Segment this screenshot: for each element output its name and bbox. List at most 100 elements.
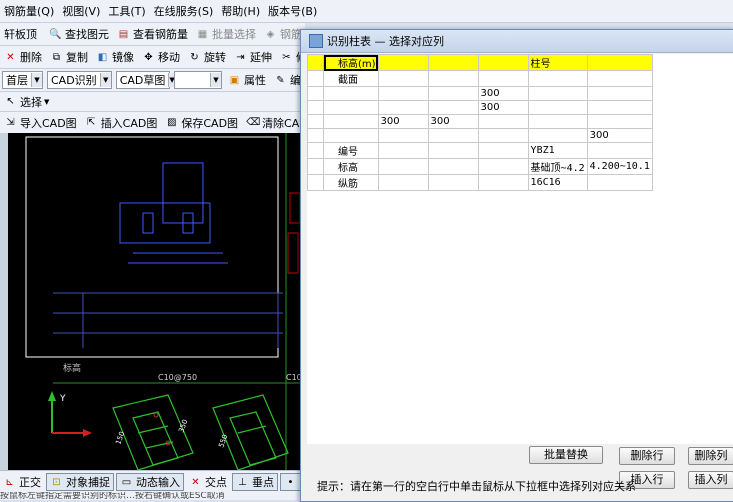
view-rebar-button[interactable]: ▤ 查看钢筋量 [113,25,192,43]
table-cell[interactable] [527,128,588,143]
table-cell[interactable] [427,158,479,175]
table-cell[interactable] [377,86,429,101]
table-cell[interactable] [477,128,529,143]
table-cell[interactable] [477,114,529,129]
table-cell[interactable]: 4.200~10.1 [586,158,653,175]
table-cell[interactable] [427,54,479,71]
table-cell[interactable] [586,70,653,87]
move-button[interactable]: ✥ 移动 [138,48,184,66]
intersection-snap-toggle[interactable]: ✕ 交点 [186,474,230,490]
table-cell[interactable]: 300 [477,100,529,115]
table-cell[interactable] [427,100,479,115]
clear-cad-button[interactable]: ⌫清除CAD图 [242,114,305,132]
table-cell[interactable]: 基础顶~4.2 [527,158,588,175]
table-cell[interactable] [427,128,479,143]
table-cell[interactable] [427,86,479,101]
ortho-toggle[interactable]: ⊾ 正交 [0,474,44,490]
insert-cad-button[interactable]: ⇱ 插入CAD图 [81,114,162,132]
perpendicular-snap-toggle[interactable]: ⊥ 垂点 [232,473,278,491]
floor-select[interactable]: 首层 ▼ [2,71,43,89]
select-button[interactable]: ↖ 选择 ▼ [0,93,53,111]
menu-item-view[interactable]: 视图(V) [58,3,104,19]
insert-column-button[interactable]: 插入列 [688,471,733,489]
table-cell[interactable]: 16C16 [527,174,588,191]
toolbar-top: 轩板顶 🔍查找图元 ▤ 查看钢筋量 ▦ 批量选择 ◈钢筋三维 [0,23,305,46]
table-cell[interactable] [586,114,653,129]
table-row: 截面 [307,70,653,87]
rotate-icon: ↻ [190,51,199,63]
batch-select-button[interactable]: ▦ 批量选择 [192,25,260,43]
table-cell[interactable]: YBZ1 [527,142,588,159]
menu-item-help[interactable]: 帮助(H) [217,3,264,19]
mirror-button[interactable]: ◧ 镜像 [92,48,138,66]
table-cell[interactable] [477,174,529,191]
object-snap-toggle[interactable]: ⊡ 对象捕捉 [46,473,114,491]
table-cell[interactable] [323,114,379,129]
table-cell[interactable]: 300 [477,86,529,101]
table-cell[interactable] [377,158,429,175]
table-cell[interactable] [323,128,379,143]
menu-item-online[interactable]: 在线服务(S) [150,3,218,19]
table-cell[interactable] [527,86,588,101]
table-cell[interactable] [377,70,429,87]
table-cell[interactable]: 纵筋 [323,174,379,191]
menu-item-rebar[interactable]: 钢筋量(Q) [0,3,58,19]
copy-button[interactable]: ⧉ 复制 [46,48,92,66]
find-element-button[interactable]: 🔍 查找图元 [45,25,113,43]
batch-replace-button[interactable]: 批量替换 [529,446,603,464]
property-button[interactable]: ▣ 属性 [224,71,270,89]
table-cell[interactable] [377,54,429,71]
dynamic-input-toggle[interactable]: ▭ 动态输入 [116,473,184,491]
delete-button[interactable]: ✕ 删除 [0,48,46,66]
table-cell[interactable] [477,70,529,87]
toolbar-cad: ⇲ 导入CAD图 ⇱ 插入CAD图 ▨ 保存CAD图 ⌫清除CAD图 [0,112,305,134]
save-cad-button[interactable]: ▨ 保存CAD图 [161,114,242,132]
table-cell[interactable]: 标高(m) [323,54,379,71]
table-cell[interactable]: 截面 [323,70,379,87]
table-cell[interactable]: 300 [586,128,653,143]
table-cell[interactable] [586,100,653,115]
table-cell[interactable] [377,174,429,191]
table-cell[interactable] [427,174,479,191]
table-cell[interactable] [586,174,653,191]
cad-canvas[interactable]: 标高 C10@750 C10@ 150 350 550 Y [8,133,305,470]
table-cell[interactable] [427,70,479,87]
table-cell[interactable] [477,142,529,159]
toolbar-edit: ✕删除 ⧉复制 ◧镜像 ✥移动 ↻旋转 ⇥延伸 ✂修剪 [0,46,305,69]
extend-button[interactable]: ⇥ 延伸 [230,48,276,66]
table-cell[interactable]: 编号 [323,142,379,159]
column-table-grid[interactable]: 标高(m) 柱号 截面 300 300 300 300 300 编号 YBZ1 … [307,54,733,444]
table-cell[interactable] [377,128,429,143]
menu-item-version[interactable]: 版本号(B) [264,3,321,19]
table-cell[interactable] [586,86,653,101]
table-cell[interactable]: 300 [377,114,429,129]
element-select[interactable]: ▼ [173,71,222,89]
table-cell[interactable] [527,114,588,129]
cad-recognize-select[interactable]: CAD识别 ▼ [47,71,112,89]
table-cell[interactable] [586,142,653,159]
rebar-3d-button[interactable]: ◈钢筋三维 [260,25,305,43]
rebar-icon: ▤ [118,28,129,40]
cad-sketch-select[interactable]: CAD草图 ▼ [115,71,175,89]
table-cell[interactable]: 300 [427,114,479,129]
table-cell[interactable] [477,54,529,71]
menu-item-tools[interactable]: 工具(T) [104,3,149,19]
delete-column-button[interactable]: 删除列 [688,447,733,465]
table-cell[interactable] [377,142,429,159]
table-cell[interactable]: 柱号 [527,54,588,71]
dialog-titlebar[interactable]: 识别柱表 — 选择对应列 [301,30,733,53]
table-cell[interactable] [477,158,529,175]
rotate-button[interactable]: ↻ 旋转 [184,48,230,66]
table-cell[interactable] [377,100,429,115]
table-cell[interactable] [527,100,588,115]
slab-top-button[interactable]: 轩板顶 [0,25,41,43]
table-cell[interactable] [527,70,588,87]
table-cell[interactable] [323,86,379,101]
import-cad-button[interactable]: ⇲ 导入CAD图 [0,114,81,132]
table-cell[interactable] [427,142,479,159]
table-cell[interactable]: 标高 [323,158,379,175]
batch-select-label: 批量选择 [212,28,256,41]
table-cell[interactable] [586,54,653,71]
table-cell[interactable] [323,100,379,115]
delete-row-button[interactable]: 删除行 [619,447,675,465]
